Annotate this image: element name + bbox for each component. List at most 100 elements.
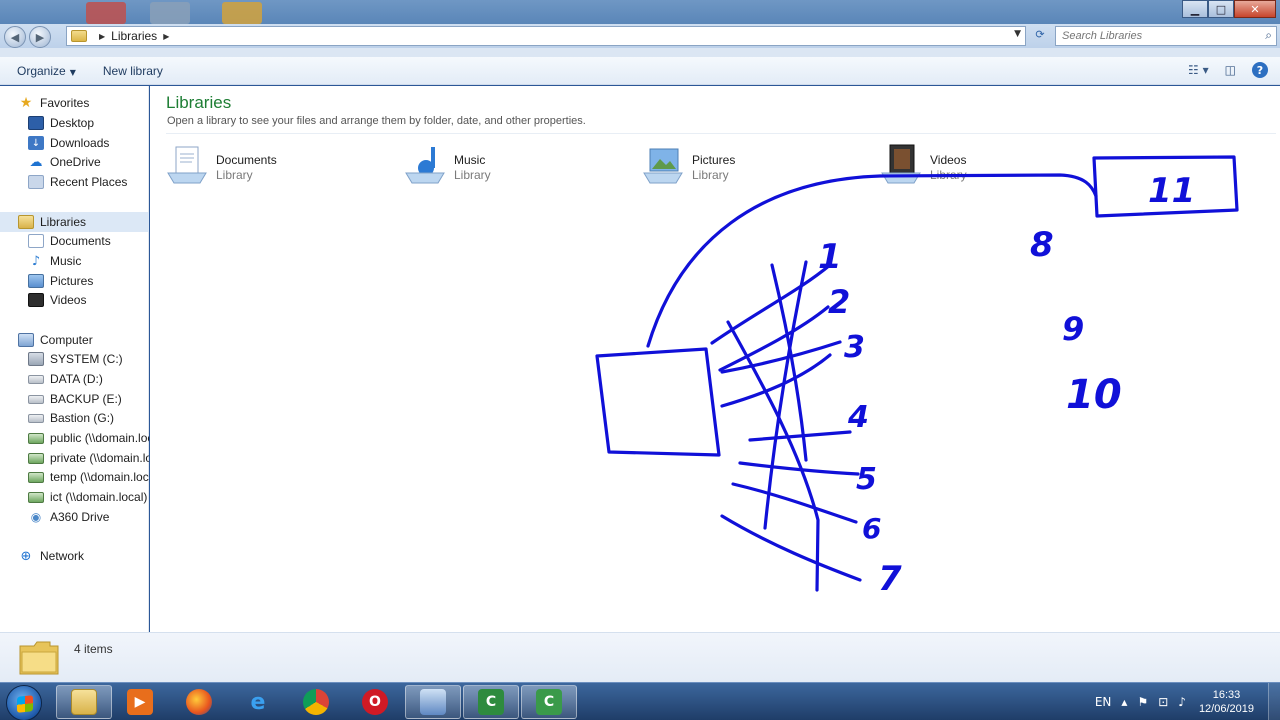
sidebar-item-desktop[interactable]: Desktop [0, 113, 149, 133]
sidebar-item-label: Computer [40, 333, 93, 347]
library-tile-pictures[interactable]: Pictures Library [642, 141, 852, 191]
sidebar-item-pictures[interactable]: Pictures [0, 271, 149, 291]
windows-logo-icon [17, 695, 33, 713]
videos-icon [28, 293, 44, 307]
title-bar: ▁ □ ✕ [0, 0, 1280, 24]
taskbar-internet-explorer[interactable]: e [230, 685, 286, 719]
network-drive-icon [28, 432, 44, 444]
close-button[interactable]: ✕ [1234, 0, 1276, 18]
library-name: Videos [930, 153, 967, 167]
new-library-button[interactable]: New library [103, 64, 163, 78]
sidebar-item-label: temp (\\domain.loc [50, 470, 149, 484]
taskbar-remote-desktop[interactable] [405, 685, 461, 719]
sidebar-item-label: Downloads [50, 136, 110, 150]
search-box[interactable]: ⌕ [1055, 26, 1277, 46]
sidebar-item-drive-d[interactable]: DATA (D:) [0, 369, 149, 389]
sidebar-item-label: A360 Drive [50, 510, 110, 524]
refresh-icon[interactable]: ⟳ [1030, 28, 1050, 44]
address-bar[interactable]: ▶ Libraries ▶ ▼ [66, 26, 1026, 46]
address-bar-row: ◀ ▶ ▶ Libraries ▶ ▼ ⟳ ⌕ [0, 24, 1280, 48]
taskbar-media-player[interactable]: ▶ [112, 685, 168, 719]
sidebar-item-label: Favorites [40, 96, 90, 110]
search-input[interactable] [1056, 27, 1246, 45]
sidebar-item-a360-drive[interactable]: ◉ A360 Drive [0, 507, 149, 527]
remote-desktop-icon [420, 689, 446, 715]
firefox-icon [186, 689, 212, 715]
taskbar-explorer[interactable] [56, 685, 112, 719]
taskbar-chrome[interactable] [288, 685, 344, 719]
taskbar-firefox[interactable] [171, 685, 227, 719]
breadcrumb-arrow-icon[interactable]: ▶ [99, 32, 105, 41]
library-tile-videos[interactable]: Videos Library [880, 141, 1090, 191]
help-icon[interactable]: ? [1252, 62, 1268, 78]
library-tile-documents[interactable]: Documents Library [166, 141, 376, 191]
sidebar-item-network[interactable]: ⊕ Network [0, 546, 149, 566]
search-icon[interactable]: ⌕ [1265, 28, 1272, 43]
pictures-icon [28, 274, 44, 288]
sidebar-item-documents[interactable]: Documents [0, 231, 149, 251]
language-indicator[interactable]: EN [1095, 695, 1112, 709]
sidebar-item-recent-places[interactable]: Recent Places [0, 172, 149, 192]
sidebar-item-drive-g[interactable]: Bastion (G:) [0, 408, 149, 428]
maximize-button[interactable]: □ [1208, 0, 1234, 18]
library-type: Library [216, 168, 253, 182]
a360-drive-icon: ◉ [30, 510, 42, 524]
sidebar-item-label: Recent Places [50, 175, 128, 189]
desktop-icon [28, 116, 44, 130]
organize-label: Organize [17, 63, 66, 78]
clock-time: 16:33 [1212, 689, 1241, 701]
preview-pane-icon[interactable]: ◫ [1225, 63, 1236, 77]
chrome-icon [303, 689, 329, 715]
taskbar-camtasia-studio[interactable]: C [521, 685, 577, 719]
sidebar-item-ict-share[interactable]: ict (\\domain.local) [0, 487, 149, 507]
divider [166, 133, 1276, 134]
sidebar-item-drive-c[interactable]: SYSTEM (C:) [0, 349, 149, 369]
sidebar-item-music[interactable]: ♪ Music [0, 251, 149, 271]
minimize-button[interactable]: ▁ [1182, 0, 1208, 18]
show-desktop-button[interactable] [1268, 683, 1280, 720]
sidebar-item-label: Desktop [50, 116, 95, 130]
breadcrumb-libraries[interactable]: Libraries [111, 29, 157, 43]
sidebar-item-computer[interactable]: Computer [0, 330, 149, 350]
onedrive-icon: ☁ [29, 154, 43, 170]
libraries-folder-icon [19, 641, 59, 675]
taskbar-opera[interactable]: O [347, 685, 403, 719]
library-type: Library [454, 168, 491, 182]
clock[interactable]: 16:33 12/06/2019 [1199, 688, 1254, 716]
sidebar-item-public-share[interactable]: public (\\domain.loc [0, 428, 149, 448]
sidebar-item-label: Pictures [50, 274, 94, 288]
chevron-up-icon[interactable]: ▴ [1121, 695, 1127, 709]
command-bar: Organize ▼ New library ☷ ▾ ◫ ? [0, 57, 1280, 85]
item-count: 4 items [74, 642, 113, 656]
organize-menu[interactable]: Organize ▼ [17, 64, 76, 78]
security-alert-icon[interactable]: ⚑ [1137, 695, 1148, 709]
address-history-dropdown-icon[interactable]: ▼ [1014, 29, 1021, 39]
content-pane: Libraries Open a library to see your fil… [150, 86, 1280, 632]
sidebar-item-private-share[interactable]: private (\\domain.lo [0, 448, 149, 468]
sidebar-item-libraries[interactable]: Libraries [0, 212, 149, 232]
sidebar-item-temp-share[interactable]: temp (\\domain.loc [0, 467, 149, 487]
sidebar-item-label: SYSTEM (C:) [50, 352, 123, 366]
music-library-icon [405, 147, 445, 184]
page-title: Libraries [166, 93, 232, 112]
view-options-icon[interactable]: ☷ ▾ [1188, 63, 1209, 77]
sidebar-item-favorites[interactable]: ★ Favorites [0, 93, 149, 113]
breadcrumb-arrow-icon[interactable]: ▶ [163, 32, 169, 41]
opera-icon: O [362, 689, 388, 715]
forward-button[interactable]: ▶ [29, 26, 51, 48]
sidebar-item-onedrive[interactable]: ☁ OneDrive [0, 152, 149, 172]
taskbar: ▶ e O C C EN ▴ ⚑ ⊡ ♪ 16:33 12/06/2019 [0, 682, 1280, 720]
start-button[interactable] [6, 685, 42, 720]
library-tile-music[interactable]: Music Library [404, 141, 614, 191]
libraries-icon [18, 215, 34, 229]
taskbar-camtasia-recorder[interactable]: C [463, 685, 519, 719]
sidebar-item-label: Documents [50, 234, 111, 248]
sidebar-item-downloads[interactable]: ↓ Downloads [0, 133, 149, 153]
sidebar-item-videos[interactable]: Videos [0, 290, 149, 310]
back-button[interactable]: ◀ [4, 26, 26, 48]
network-status-icon[interactable]: ⊡ [1158, 695, 1168, 709]
volume-icon[interactable]: ♪ [1178, 695, 1186, 709]
sidebar-item-drive-e[interactable]: BACKUP (E:) [0, 389, 149, 409]
sidebar-item-label: Bastion (G:) [50, 411, 115, 425]
sidebar-item-label: private (\\domain.lo [50, 451, 149, 465]
